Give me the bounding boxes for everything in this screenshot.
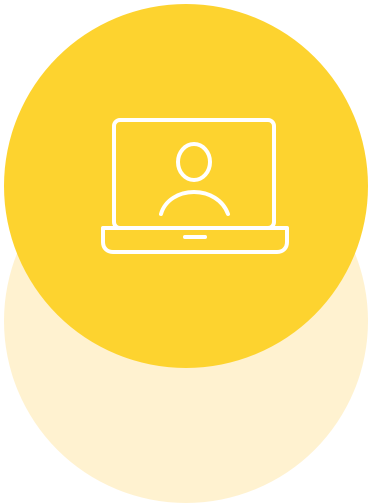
- illustration: [0, 0, 368, 503]
- user-head: [176, 142, 212, 182]
- laptop-user-icon: [101, 118, 289, 254]
- laptop-screen: [112, 118, 276, 230]
- user-shoulders: [159, 190, 230, 216]
- laptop-base: [101, 226, 289, 254]
